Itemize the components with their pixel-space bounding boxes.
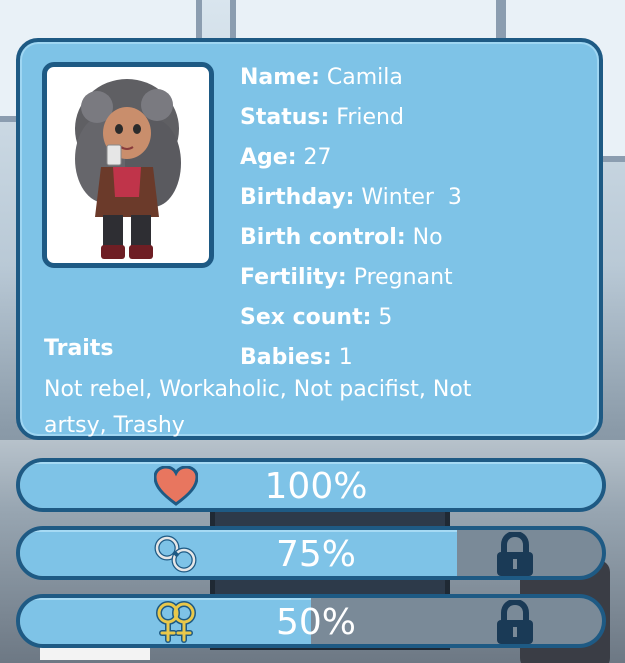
fertility-row: Fertility: Pregnant [240,258,462,298]
age-row: Age: 27 [240,138,462,178]
status-value: Friend [336,105,404,130]
name-value: Camila [326,65,403,90]
birthday-value: Winter 3 [361,185,462,210]
status-label: Status: [240,105,330,130]
fertility-value: Pregnant [353,265,453,290]
sex-count-label: Sex count: [240,305,372,330]
babies-value: 1 [338,345,353,370]
age-value: 27 [303,145,332,170]
affection-bar: 100% [16,458,606,512]
babies-label: Babies: [240,345,332,370]
birthday-row: Birthday: Winter 3 [240,178,462,218]
character-details: Name: Camila Status: Friend Age: 27 Birt… [240,58,462,378]
status-row: Status: Friend [240,98,462,138]
traits-title: Traits [44,336,114,361]
birth-control-label: Birth control: [240,225,406,250]
traits-list: Not rebel, Workaholic, Not pacifist, Not… [44,377,472,438]
character-sprite [75,79,181,259]
affection-percent: 100% [264,466,368,507]
sex-count-value: 5 [378,305,393,330]
fertility-label: Fertility: [240,265,347,290]
birth-control-row: Birth control: No [240,218,462,258]
character-info-card: Name: Camila Status: Friend Age: 27 Birt… [16,38,603,440]
age-label: Age: [240,145,297,170]
lock-icon [497,532,533,576]
character-portrait [42,62,214,268]
lesbian-bar: 50% [16,594,606,648]
birthday-label: Birthday: [240,185,355,210]
sex-count-row: Sex count: 5 [240,298,462,338]
name-label: Name: [240,65,320,90]
name-row: Name: Camila [240,58,462,98]
lock-icon [497,600,533,644]
submission-bar: 75% [16,526,606,580]
birth-control-value: No [412,225,443,250]
